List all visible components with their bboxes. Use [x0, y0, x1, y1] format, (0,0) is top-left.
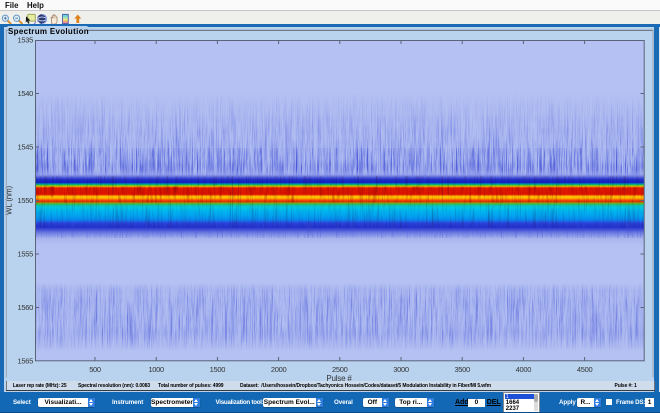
- svg-text:1535: 1535: [18, 36, 34, 45]
- svg-text:4000: 4000: [516, 365, 532, 374]
- svg-text:Spectrum Evolution: Spectrum Evolution: [8, 27, 89, 36]
- svg-text:2500: 2500: [332, 365, 348, 374]
- svg-text:1550: 1550: [18, 196, 34, 205]
- svg-text:4500: 4500: [577, 365, 593, 374]
- svg-text:1555: 1555: [18, 250, 34, 259]
- svg-text:1540: 1540: [18, 89, 34, 98]
- svg-text:1545: 1545: [18, 143, 34, 152]
- svg-text:1500: 1500: [210, 365, 226, 374]
- svg-text:3500: 3500: [454, 365, 470, 374]
- svg-text:3000: 3000: [393, 365, 409, 374]
- svg-text:2000: 2000: [271, 365, 287, 374]
- svg-text:500: 500: [89, 365, 101, 374]
- svg-text:1560: 1560: [18, 303, 34, 312]
- svg-text:1565: 1565: [18, 357, 34, 366]
- svg-text:1000: 1000: [148, 365, 164, 374]
